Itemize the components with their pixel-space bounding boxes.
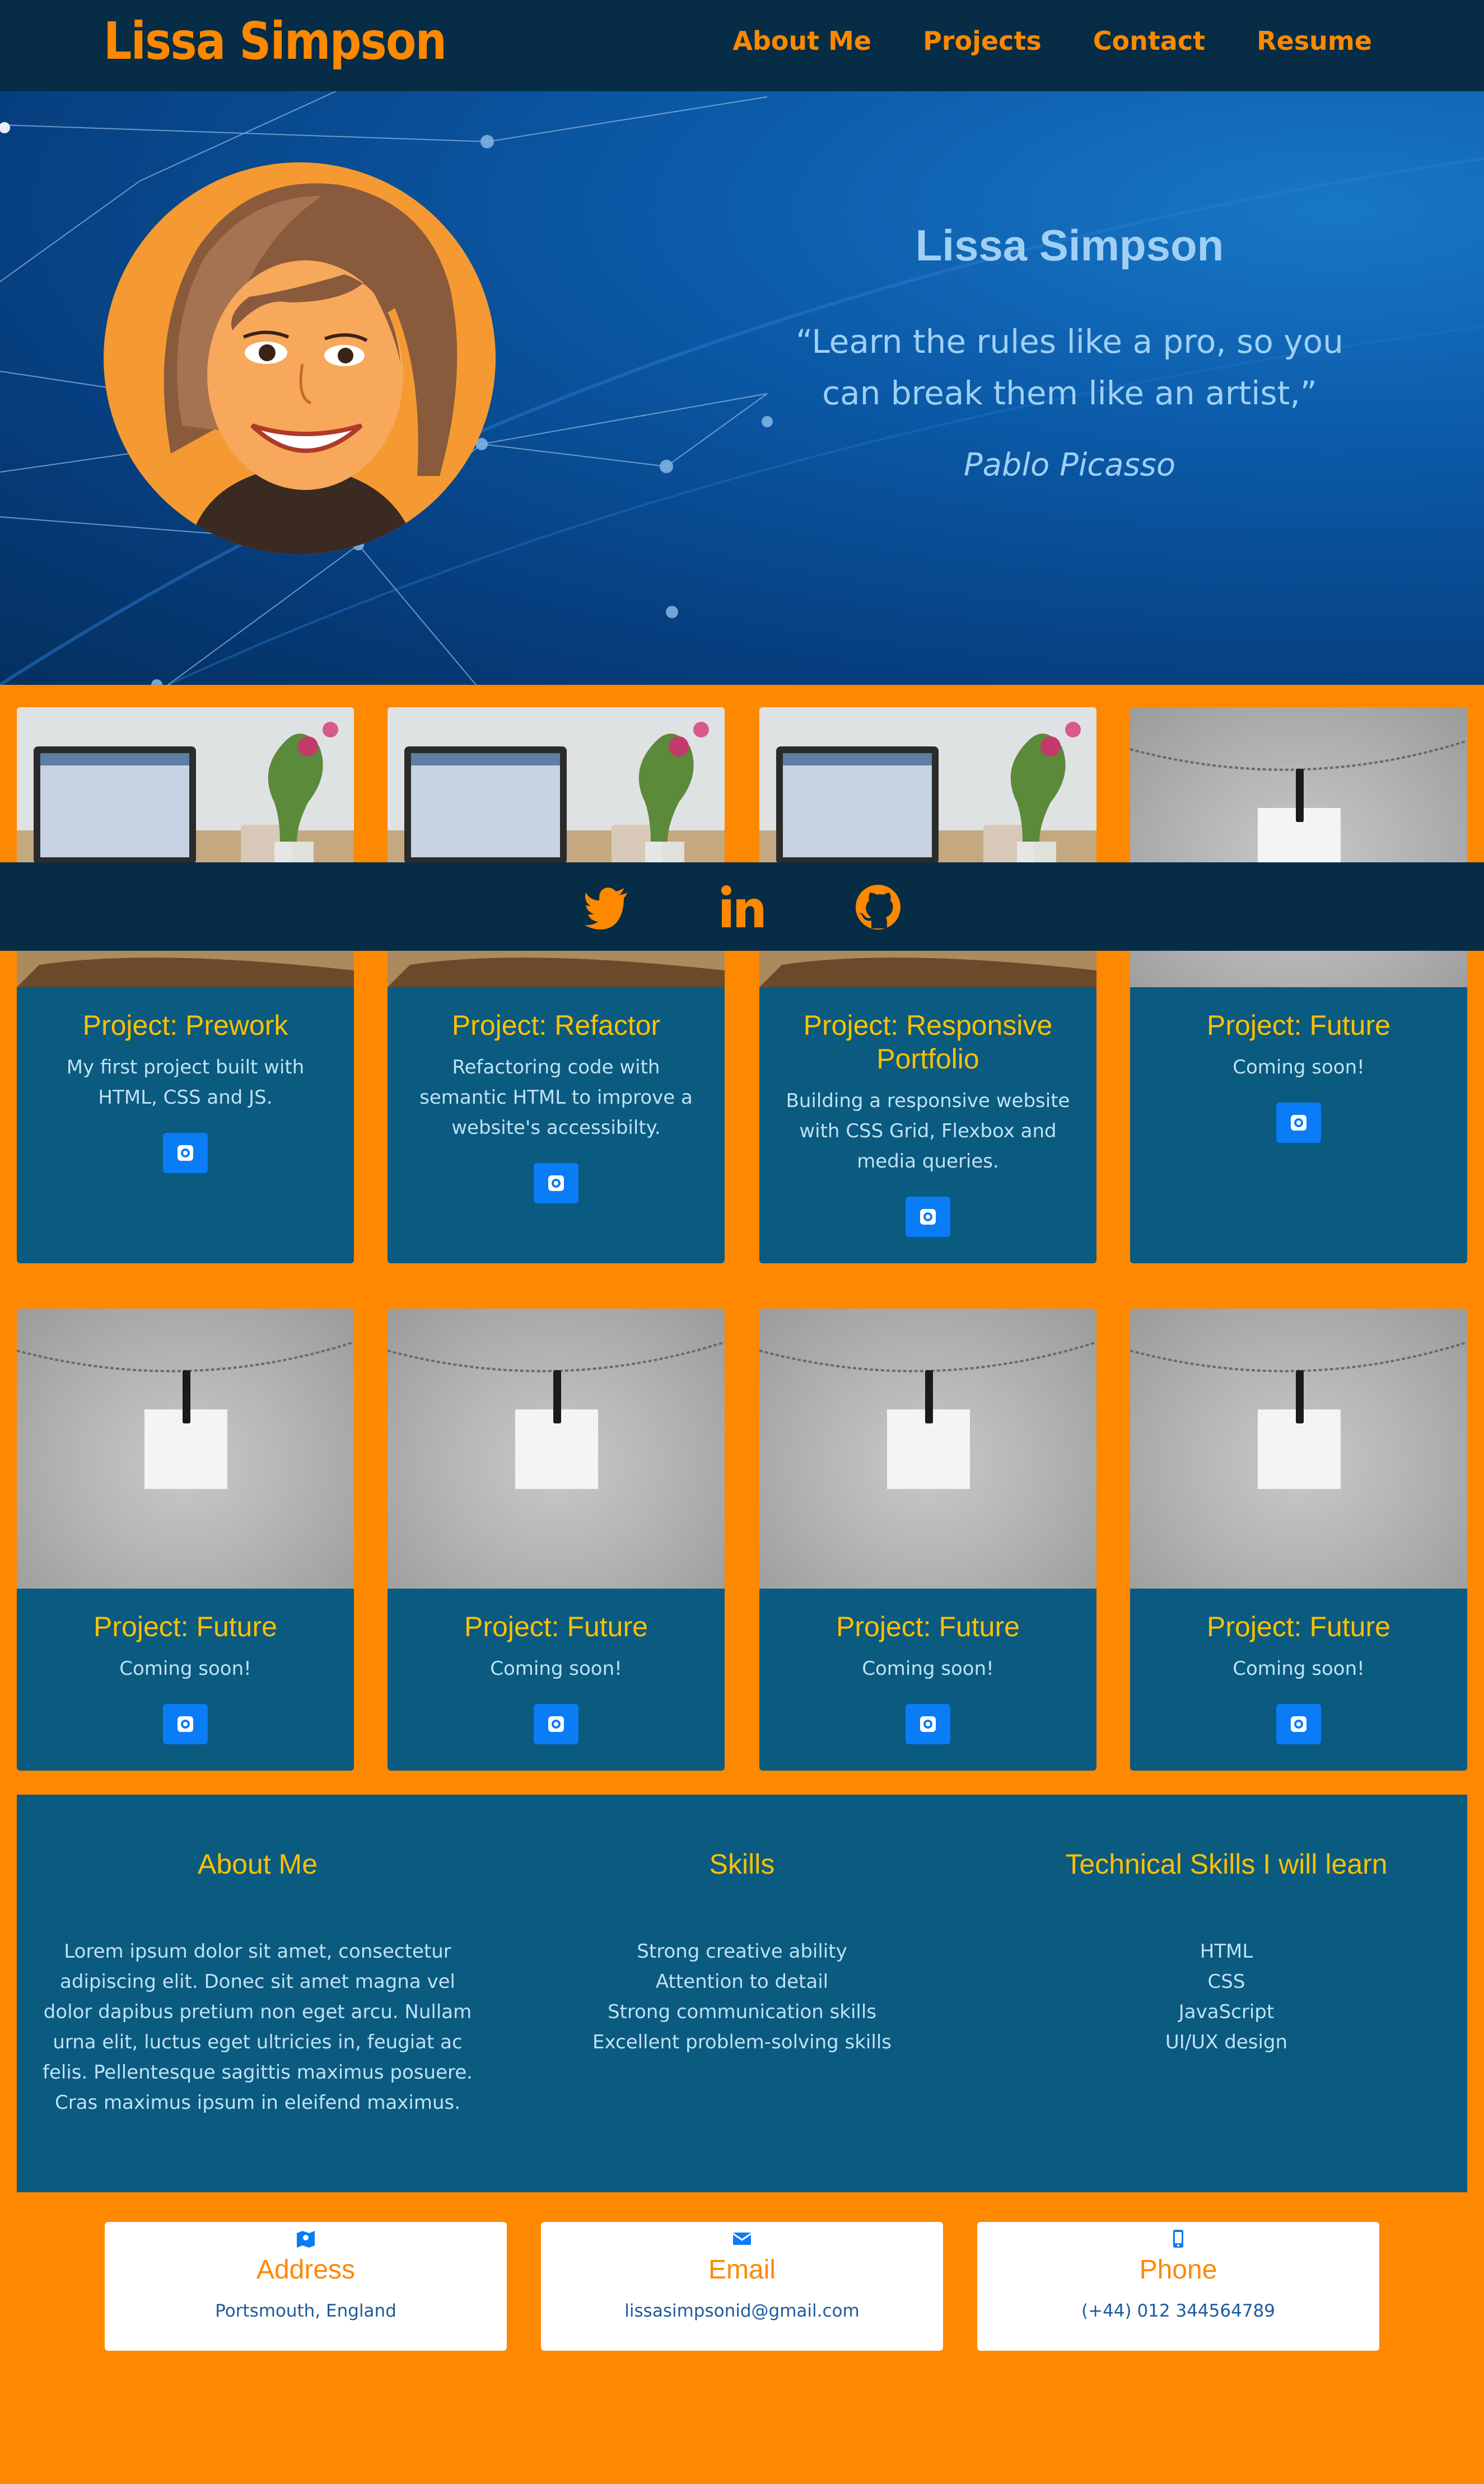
project-title: Project: Responsive Portfolio xyxy=(803,1010,1053,1075)
project-card: Project: Future Coming soon! xyxy=(1130,707,1467,1263)
project-description: Coming soon! xyxy=(1233,1657,1365,1680)
about-heading: About Me xyxy=(197,1848,318,1880)
envelope-icon xyxy=(732,2233,752,2245)
project-description: Coming soon! xyxy=(119,1657,251,1680)
skills-list: Strong creative ability Attention to det… xyxy=(501,1936,983,2057)
contact-label: Email xyxy=(708,2255,776,2285)
project-title: Project: Future xyxy=(94,1611,277,1642)
skills-column: Skills Strong creative ability Attention… xyxy=(501,1795,983,2057)
map-icon xyxy=(297,2231,315,2248)
twitter-icon xyxy=(585,888,627,930)
nav-link-contact[interactable]: Contact xyxy=(1093,26,1205,56)
github-icon xyxy=(178,1145,193,1161)
github-link-button[interactable] xyxy=(534,1163,578,1203)
hero-text: Lissa Simpson “Learn the rules like a pr… xyxy=(728,220,1411,483)
profile-avatar xyxy=(104,162,496,554)
project-image xyxy=(759,1309,1096,1589)
mobile-icon xyxy=(1173,2230,1183,2248)
contact-label: Phone xyxy=(1139,2255,1217,2285)
hero-quote-author: Pablo Picasso xyxy=(963,447,1176,483)
github-icon xyxy=(178,1716,193,1732)
list-item: Excellent problem-solving skills xyxy=(592,2031,892,2053)
tech-skills-heading: Technical Skills I will learn xyxy=(1065,1848,1388,1880)
tech-skills-column: Technical Skills I will learn HTML CSS J… xyxy=(986,1795,1467,2057)
project-description: Refactoring code with semantic HTML to i… xyxy=(419,1056,693,1139)
project-description: Building a responsive website with CSS G… xyxy=(786,1090,1070,1173)
project-image xyxy=(388,1309,725,1589)
linkedin-link[interactable] xyxy=(718,884,766,931)
project-card: Project: Future Coming soon! xyxy=(17,1309,354,1771)
nav-link-projects[interactable]: Projects xyxy=(923,26,1042,56)
tech-skills-list: HTML CSS JavaScript UI/UX design xyxy=(986,1936,1467,2057)
skills-heading: Skills xyxy=(709,1848,775,1880)
project-card: Project: Refactor Refactoring code with … xyxy=(388,707,725,1263)
contact-value: Portsmouth, England xyxy=(215,2301,396,2321)
list-item: Strong creative ability xyxy=(637,1940,847,1963)
project-title: Project: Future xyxy=(464,1611,648,1642)
contact-card-phone: Phone (+44) 012 344564789 xyxy=(977,2222,1379,2351)
project-description: Coming soon! xyxy=(490,1657,622,1680)
about-column: About Me Lorem ipsum dolor sit amet, con… xyxy=(17,1795,498,2118)
github-icon xyxy=(548,1716,564,1732)
twitter-link[interactable] xyxy=(582,884,629,931)
project-title: Project: Future xyxy=(1207,1611,1390,1642)
github-icon xyxy=(856,885,900,930)
project-card: Project: Future Coming soon! xyxy=(388,1309,725,1771)
contact-card-email: Email lissasimpsonid@gmail.com xyxy=(541,2222,943,2351)
contact-value: (+44) 012 344564789 xyxy=(1081,2301,1275,2321)
github-icon xyxy=(920,1716,936,1732)
project-title: Project: Future xyxy=(836,1611,1020,1642)
list-item: UI/UX design xyxy=(1165,2031,1288,2053)
project-title: Project: Future xyxy=(1207,1010,1390,1041)
hero-quote: “Learn the rules like a pro, so you can … xyxy=(796,323,1343,412)
project-title: Project: Refactor xyxy=(451,1010,661,1041)
github-link-button[interactable] xyxy=(906,1704,950,1744)
project-description: My first project built with HTML, CSS an… xyxy=(66,1056,305,1109)
project-card: Project: Responsive Portfolio Building a… xyxy=(759,707,1096,1263)
hero-section: Lissa Simpson “Learn the rules like a pr… xyxy=(0,91,1484,685)
project-image xyxy=(1130,1309,1467,1589)
list-item: HTML xyxy=(1200,1940,1253,1963)
project-card: Project: Future Coming soon! xyxy=(759,1309,1096,1771)
list-item: Strong communication skills xyxy=(607,2001,877,2023)
github-icon xyxy=(920,1209,936,1225)
github-link-button[interactable] xyxy=(1276,1103,1321,1143)
list-item: JavaScript xyxy=(1178,2001,1275,2023)
project-title: Project: Prework xyxy=(82,1010,288,1041)
github-link-button[interactable] xyxy=(1276,1704,1321,1744)
project-card: Project: Prework My first project built … xyxy=(17,707,354,1263)
about-panel: About Me Lorem ipsum dolor sit amet, con… xyxy=(17,1795,1467,2192)
github-icon xyxy=(1291,1716,1306,1732)
project-card: Project: Future Coming soon! xyxy=(1130,1309,1467,1771)
github-link-button[interactable] xyxy=(906,1197,950,1237)
project-image xyxy=(17,1309,354,1589)
github-link[interactable] xyxy=(855,884,902,931)
project-description: Coming soon! xyxy=(1233,1056,1365,1078)
project-description: Coming soon! xyxy=(862,1657,994,1680)
nav-links: About Me Projects Contact Resume xyxy=(732,26,1372,56)
list-item: CSS xyxy=(1207,1971,1245,1993)
contact-label: Address xyxy=(256,2255,356,2285)
github-link-button[interactable] xyxy=(534,1704,578,1744)
top-navbar: Lissa Simpson About Me Projects Contact … xyxy=(0,0,1484,91)
contact-card-address: Address Portsmouth, England xyxy=(105,2222,507,2351)
github-link-button[interactable] xyxy=(163,1704,208,1744)
brand-logo[interactable]: Lissa Simpson xyxy=(104,11,447,71)
about-text: Lorem ipsum dolor sit amet, consectetur … xyxy=(43,1940,473,2114)
github-icon xyxy=(548,1175,564,1191)
nav-link-resume[interactable]: Resume xyxy=(1257,26,1372,56)
list-item: Attention to detail xyxy=(655,1971,829,1993)
hero-name: Lissa Simpson xyxy=(915,221,1224,270)
email-link[interactable]: lissasimpsonid@gmail.com xyxy=(541,2301,943,2321)
github-icon xyxy=(1291,1115,1306,1131)
linkedin-icon xyxy=(721,885,763,927)
social-bar xyxy=(0,862,1484,951)
nav-link-about[interactable]: About Me xyxy=(732,26,871,56)
github-link-button[interactable] xyxy=(163,1133,208,1173)
